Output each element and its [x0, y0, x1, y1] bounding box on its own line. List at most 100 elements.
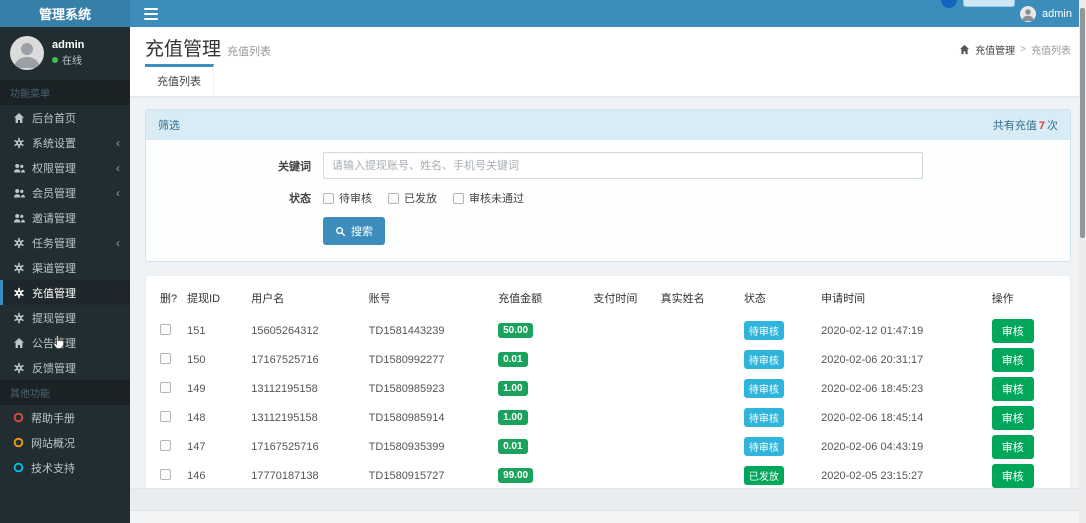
status-checkbox-审核未通过[interactable]: 审核未通过 [453, 190, 524, 206]
sidebar-item-邀请管理[interactable]: 邀请管理 [0, 205, 130, 230]
cogs-icon [13, 362, 25, 374]
users-icon [13, 162, 25, 174]
navbar-user-menu[interactable]: admin [1020, 6, 1072, 22]
status-badge: 已发放 [744, 466, 784, 485]
home-icon [13, 337, 25, 349]
checkbox-icon[interactable] [323, 193, 334, 204]
cell-pay-time [591, 403, 658, 432]
cell-pay-time [591, 461, 658, 490]
recharge-count-value: 7 [1037, 120, 1047, 132]
status-checkbox-待审核[interactable]: 待审核 [323, 190, 372, 206]
cell-pay-time [591, 432, 658, 461]
status-badge: 待审核 [744, 321, 784, 340]
sidebar-item-label: 权限管理 [32, 160, 109, 176]
status-badge: 待审核 [744, 437, 784, 456]
sidebar-item-label: 系统设置 [32, 135, 109, 151]
amount-badge: 99.00 [498, 468, 533, 483]
cell-withdraw-id: 148 [185, 403, 249, 432]
row-checkbox[interactable] [160, 440, 171, 451]
keyword-input[interactable] [323, 152, 923, 179]
row-checkbox[interactable] [160, 324, 171, 335]
sidebar-username: admin [52, 39, 84, 52]
row-checkbox[interactable] [160, 411, 171, 422]
sidebar-item-会员管理[interactable]: 会员管理‹ [0, 180, 130, 205]
checkbox-icon[interactable] [453, 193, 464, 204]
user-avatar [10, 36, 44, 70]
sidebar-item-公告管理[interactable]: 公告管理 [0, 330, 130, 355]
keyword-label: 关键词 [158, 158, 323, 174]
cell-apply-time: 2020-02-12 01:47:19 [819, 316, 990, 345]
sidebar-item-提现管理[interactable]: 提现管理 [0, 305, 130, 330]
cogs-icon [13, 287, 25, 299]
audit-button[interactable]: 审核 [992, 348, 1034, 372]
home-icon [13, 112, 25, 124]
sidebar-item-label: 反馈管理 [32, 360, 120, 376]
amount-badge: 0.01 [498, 352, 527, 367]
row-checkbox[interactable] [160, 353, 171, 364]
table-row: 14813112195158TD15809859141.00待审核2020-02… [158, 403, 1058, 432]
cell-real-name [659, 345, 742, 374]
hamburger-icon[interactable] [144, 8, 158, 20]
sidebar-item-权限管理[interactable]: 权限管理‹ [0, 155, 130, 180]
column-header: 操作 [990, 286, 1058, 316]
audit-button[interactable]: 审核 [992, 406, 1034, 430]
amount-badge: 0.01 [498, 439, 527, 454]
column-header: 提现ID [185, 286, 249, 316]
scrollbar-thumb[interactable] [1080, 8, 1085, 238]
sidebar-item-帮助手册[interactable]: 帮助手册 [0, 405, 130, 430]
cell-account: TD1580985923 [367, 374, 496, 403]
search-button[interactable]: 搜索 [323, 217, 385, 245]
cell-real-name [659, 403, 742, 432]
sidebar-item-后台首页[interactable]: 后台首页 [0, 105, 130, 130]
cogs-icon [13, 262, 25, 274]
brand-title[interactable]: 管理系统 [0, 0, 130, 27]
audit-button[interactable]: 审核 [992, 464, 1034, 488]
table-row: 14913112195158TD15809859231.00待审核2020-02… [158, 374, 1058, 403]
column-header: 用户名 [249, 286, 366, 316]
sidebar-item-技术支持[interactable]: 技术支持 [0, 455, 130, 480]
table-panel: 删?提现ID用户名账号充值金额支付时间真实姓名状态申请时间操作 15115605… [145, 275, 1071, 523]
checkbox-label: 待审核 [339, 190, 372, 206]
main-content: 充值管理充值列表 充值管理 > 充值列表 充值列表 筛选 共有充值7次 关键词 [130, 27, 1086, 523]
row-checkbox[interactable] [160, 469, 171, 480]
audit-button[interactable]: 审核 [992, 319, 1034, 343]
content-header: 充值管理充值列表 充值管理 > 充值列表 [130, 27, 1086, 65]
cell-account: TD1581443239 [367, 316, 496, 345]
sidebar-menu: 功能菜单后台首页系统设置‹权限管理‹会员管理‹邀请管理任务管理‹渠道管理充值管理… [0, 80, 130, 480]
filter-panel: 筛选 共有充值7次 关键词 状态 待审核已发放审核未通过 搜索 [145, 109, 1071, 262]
tab-strip: 充值列表 [130, 65, 1086, 97]
sidebar-item-label: 充值管理 [32, 285, 120, 301]
checkbox-icon[interactable] [388, 193, 399, 204]
cell-pay-time [591, 345, 658, 374]
sidebar-item-反馈管理[interactable]: 反馈管理 [0, 355, 130, 380]
sidebar-item-充值管理[interactable]: 充值管理 [0, 280, 130, 305]
cell-withdraw-id: 149 [185, 374, 249, 403]
sidebar-item-网站概况[interactable]: 网站概况 [0, 430, 130, 455]
sidebar-item-label: 技术支持 [31, 460, 120, 476]
audit-button[interactable]: 审核 [992, 435, 1034, 459]
sidebar-item-label: 提现管理 [32, 310, 120, 326]
breadcrumb-item[interactable]: 充值管理 [975, 42, 1015, 57]
cell-withdraw-id: 151 [185, 316, 249, 345]
sidebar-user-status: 在线 [52, 52, 84, 67]
search-icon [335, 226, 346, 237]
sidebar-item-系统设置[interactable]: 系统设置‹ [0, 130, 130, 155]
status-badge: 待审核 [744, 379, 784, 398]
status-checkbox-已发放[interactable]: 已发放 [388, 190, 437, 206]
amount-badge: 1.00 [498, 410, 527, 425]
audit-button[interactable]: 审核 [992, 377, 1034, 401]
checkbox-label: 已发放 [404, 190, 437, 206]
filter-title: 筛选 [158, 117, 180, 133]
vertical-scrollbar[interactable] [1079, 0, 1086, 523]
navbar-username: admin [1042, 8, 1072, 20]
row-checkbox[interactable] [160, 382, 171, 393]
cogs-icon [13, 237, 25, 249]
tab-recharge-list[interactable]: 充值列表 [145, 64, 214, 96]
status-label: 状态 [158, 190, 323, 206]
cell-apply-time: 2020-02-06 20:31:17 [819, 345, 990, 374]
circle-icon [13, 462, 24, 473]
sidebar-item-任务管理[interactable]: 任务管理‹ [0, 230, 130, 255]
cell-real-name [659, 461, 742, 490]
status-badge: 待审核 [744, 408, 784, 427]
sidebar-item-渠道管理[interactable]: 渠道管理 [0, 255, 130, 280]
